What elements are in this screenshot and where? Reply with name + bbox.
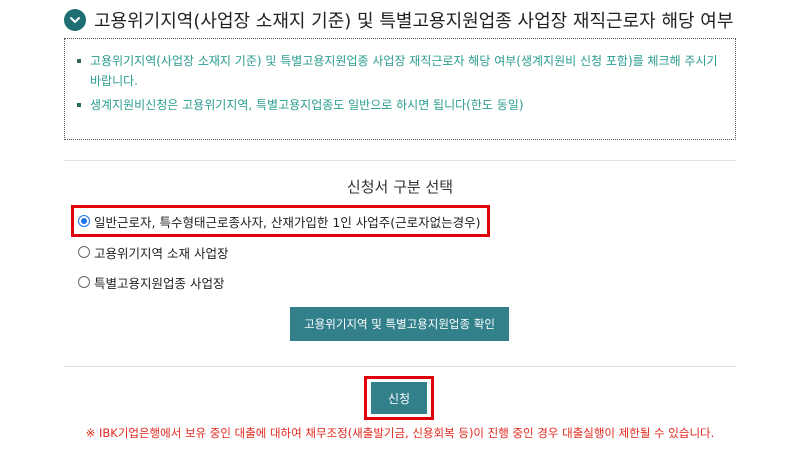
radio-label: 일반근로자, 특수형태근로종사자, 산재가입한 1인 사업주(근로자없는경우) bbox=[94, 214, 481, 230]
section-header: 고용위기지역(사업장 소재지 기준) 및 특별고용지원업종 사업장 재직근로자 … bbox=[64, 6, 733, 34]
divider bbox=[64, 160, 736, 161]
apply-button-highlight: 신청 bbox=[364, 376, 434, 420]
application-type-radio-group: 일반근로자, 특수형태근로종사자, 산재가입한 1인 사업주(근로자없는경우) … bbox=[71, 205, 490, 294]
notice-text: 고용위기지역(사업장 소재지 기준) 및 특별고용지원업종 사업장 재직근로자 … bbox=[90, 54, 718, 88]
radio-option-special-industry[interactable]: 특별고용지원업종 사업장 bbox=[78, 270, 487, 294]
bullet-icon bbox=[77, 59, 81, 63]
divider bbox=[64, 366, 736, 367]
radio-option-crisis-region[interactable]: 고용위기지역 소재 사업장 bbox=[78, 240, 487, 264]
page-title: 고용위기지역(사업장 소재지 기준) 및 특별고용지원업종 사업장 재직근로자 … bbox=[94, 11, 734, 32]
chevron-down-icon[interactable] bbox=[64, 9, 86, 31]
radio-button[interactable] bbox=[78, 276, 90, 288]
check-region-industry-button[interactable]: 고용위기지역 및 특별고용지원업종 확인 bbox=[290, 307, 509, 341]
notice-text: 생계지원비신청은 고용위기지역, 특별고용지업종도 일반으로 하시면 됩니다(한… bbox=[90, 98, 524, 112]
radio-button[interactable] bbox=[78, 215, 90, 227]
apply-button[interactable]: 신청 bbox=[371, 382, 427, 414]
radio-button[interactable] bbox=[78, 246, 90, 258]
section-title: 신청서 구분 선택 bbox=[346, 178, 454, 196]
bullet-icon bbox=[77, 103, 81, 107]
notice-item: 고용위기지역(사업장 소재지 기준) 및 특별고용지원업종 사업장 재직근로자 … bbox=[77, 51, 719, 91]
radio-option-general[interactable]: 일반근로자, 특수형태근로종사자, 산재가입한 1인 사업주(근로자없는경우) bbox=[71, 205, 490, 237]
radio-label: 특별고용지원업종 사업장 bbox=[94, 275, 225, 291]
radio-label: 고용위기지역 소재 사업장 bbox=[94, 245, 229, 261]
notice-box: 고용위기지역(사업장 소재지 기준) 및 특별고용지원업종 사업장 재직근로자 … bbox=[64, 38, 736, 140]
warning-text: ※ IBK기업은행에서 보유 중인 대출에 대하여 채무조정(새출발기금, 신용… bbox=[85, 426, 715, 440]
notice-item: 생계지원비신청은 고용위기지역, 특별고용지업종도 일반으로 하시면 됩니다(한… bbox=[77, 95, 719, 115]
